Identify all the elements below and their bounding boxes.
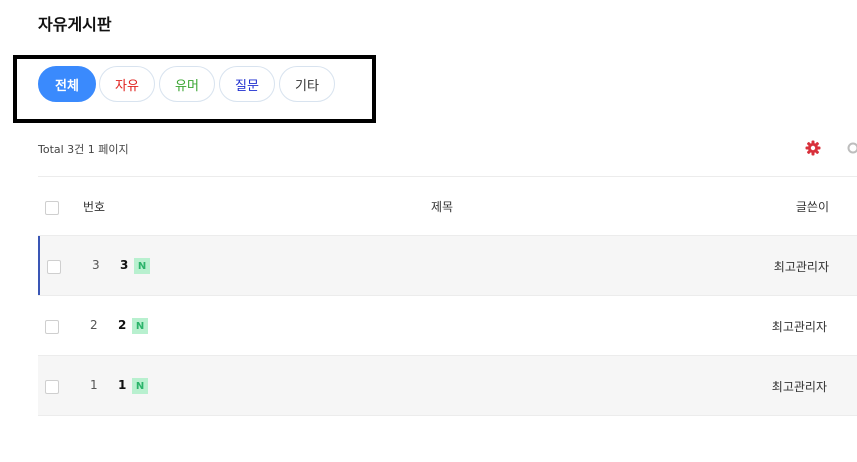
category-tab-humor[interactable]: 유머 [159,66,215,102]
category-tab-question[interactable]: 질문 [219,66,275,102]
category-tab-label: 자유 [115,78,139,94]
post-subject-link[interactable]: 3 [120,258,128,272]
select-all-checkbox[interactable] [45,201,59,215]
category-tab-label: 기타 [295,78,319,94]
row-number: 2 [90,318,98,332]
search-icon [847,142,857,154]
new-badge: N [134,258,150,274]
header-subject: 제목 [431,200,454,214]
row-writer[interactable]: 최고관리자 [772,378,827,395]
new-badge: N [132,318,148,334]
search-button[interactable] [846,140,857,158]
header-writer: 글쓴이 [795,200,829,214]
page-title: 자유게시판 [38,15,112,34]
row-number: 3 [92,258,100,272]
category-tab-label: 전체 [55,78,79,94]
row-writer[interactable]: 최고관리자 [774,258,829,275]
category-tab-etc[interactable]: 기타 [279,66,335,102]
settings-button[interactable] [805,140,823,158]
row-number: 1 [90,378,98,392]
category-tab-all[interactable]: 전체 [38,66,96,102]
row-checkbox[interactable] [45,320,59,334]
table-row[interactable]: 2 2 N 최고관리자 [38,296,857,356]
row-checkbox[interactable] [47,260,61,274]
new-badge: N [132,378,148,394]
category-tab-label: 질문 [235,78,259,94]
table-row[interactable]: 3 3 N 최고관리자 [38,236,857,296]
row-writer[interactable]: 최고관리자 [772,318,827,335]
post-subject-link[interactable]: 1 [118,378,126,392]
table-header: 번호 제목 글쓴이 [38,177,857,235]
table-bottom-divider [38,415,857,416]
header-number: 번호 [83,200,106,214]
gear-icon [805,140,821,156]
category-tab-free[interactable]: 자유 [99,66,155,102]
category-tab-label: 유머 [175,78,199,94]
post-count-summary: Total 3건 1 페이지 [38,143,129,156]
post-subject-link[interactable]: 2 [118,318,126,332]
row-checkbox[interactable] [45,380,59,394]
table-row[interactable]: 1 1 N 최고관리자 [38,356,857,416]
